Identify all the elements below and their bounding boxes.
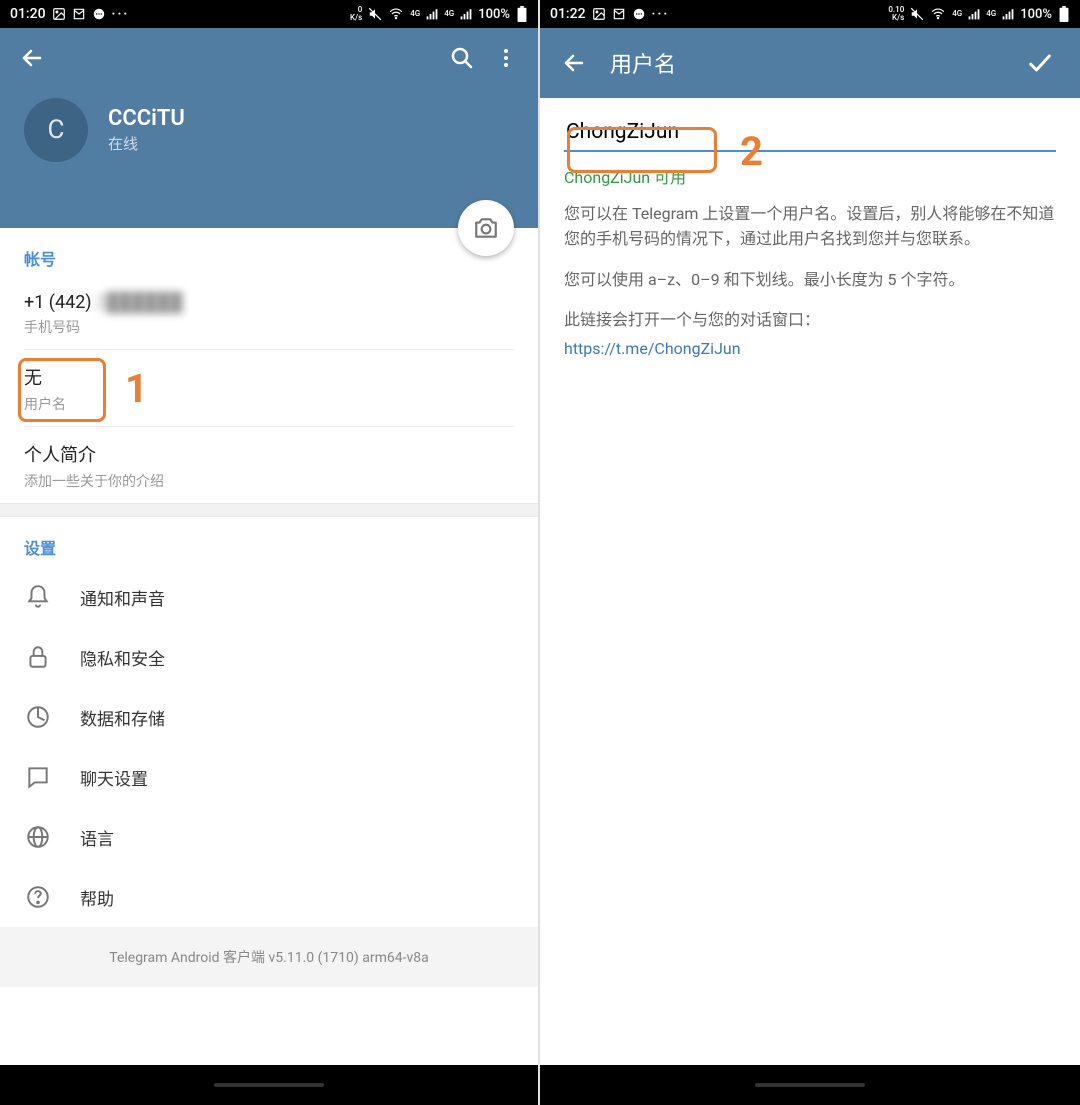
settings-screen: 01:20 ··· 0 K/s 4G 4G 100% — [0, 0, 540, 1105]
status-bar: 01:22 ··· 0.10 K/s 4G 4G 100% — [540, 0, 1080, 28]
help-icon — [24, 883, 52, 911]
profile-link[interactable]: https://t.me/ChongZiJun — [564, 339, 741, 358]
help-text-2: 您可以使用 a–z、0–9 和下划线。最小长度为 5 个字符。 — [564, 268, 1056, 293]
image-icon — [592, 7, 606, 21]
network-type-1: 4G — [410, 10, 420, 18]
more-menu-button[interactable] — [484, 36, 528, 80]
page-title: 用户名 — [610, 47, 676, 79]
settings-chat-label: 聊天设置 — [80, 765, 148, 790]
username-edit-screen: 01:22 ··· 0.10 K/s 4G 4G 100% 用户名 — [540, 0, 1080, 1105]
signal-icon-1 — [426, 8, 438, 20]
input-underline — [564, 150, 1056, 152]
status-time: 01:20 — [10, 7, 46, 21]
settings-notifications-label: 通知和声音 — [80, 585, 165, 610]
phone-value: +1 (442) 2██████ — [24, 292, 514, 313]
version-footer: Telegram Android 客户端 v5.11.0 (1710) arm6… — [0, 927, 538, 987]
settings-language-label: 语言 — [80, 825, 114, 850]
settings-chat[interactable]: 聊天设置 — [0, 747, 538, 807]
back-button[interactable] — [556, 45, 592, 81]
settings-data-label: 数据和存储 — [80, 705, 165, 730]
profile-name: CCCiTU — [108, 106, 185, 131]
more-notifications-icon: ··· — [112, 7, 130, 22]
set-photo-button[interactable] — [458, 200, 514, 256]
battery-percent: 100% — [478, 8, 510, 21]
username-label: 用户名 — [24, 394, 514, 414]
username-header: 用户名 — [540, 28, 1080, 98]
chat-bubble-icon — [92, 7, 106, 21]
settings-data[interactable]: 数据和存储 — [0, 687, 538, 747]
signal-icon-2 — [1002, 8, 1014, 20]
phone-label: 手机号码 — [24, 317, 514, 337]
phone-row[interactable]: +1 (442) 2██████ 手机号码 — [0, 278, 538, 349]
battery-icon — [1058, 6, 1070, 22]
search-button[interactable] — [440, 36, 484, 80]
confirm-button[interactable] — [1016, 39, 1064, 87]
section-account-header: 帐号 — [0, 228, 538, 278]
globe-icon — [24, 823, 52, 851]
data-icon — [24, 703, 52, 731]
network-speed: 0 K/s — [350, 6, 362, 22]
avatar-letter: C — [48, 115, 65, 145]
lock-icon — [24, 643, 52, 671]
more-notifications-icon: ··· — [652, 7, 670, 22]
username-value: 无 — [24, 364, 514, 390]
signal-icon-1 — [968, 8, 980, 20]
mail-icon — [72, 7, 86, 21]
availability-text: ChongZiJun 可用 — [564, 164, 1056, 188]
mail-icon — [612, 7, 626, 21]
avatar[interactable]: C — [24, 98, 88, 162]
settings-notifications[interactable]: 通知和声音 — [0, 567, 538, 627]
signal-icon-2 — [460, 8, 472, 20]
settings-help-label: 帮助 — [80, 885, 114, 910]
network-type-2: 4G — [444, 10, 454, 18]
section-settings-header: 设置 — [0, 517, 538, 567]
back-button[interactable] — [10, 36, 54, 80]
bio-value: 个人简介 — [24, 441, 514, 467]
settings-language[interactable]: 语言 — [0, 807, 538, 867]
mute-icon — [368, 7, 382, 21]
settings-privacy[interactable]: 隐私和安全 — [0, 627, 538, 687]
profile-status: 在线 — [108, 133, 185, 154]
settings-privacy-label: 隐私和安全 — [80, 645, 165, 670]
settings-help[interactable]: 帮助 — [0, 867, 538, 927]
wifi-icon — [930, 7, 946, 21]
battery-icon — [516, 6, 528, 22]
status-bar: 01:20 ··· 0 K/s 4G 4G 100% — [0, 0, 538, 28]
battery-percent: 100% — [1020, 8, 1052, 21]
help-text-3: 此链接会打开一个与您的对话窗口： — [564, 308, 1056, 333]
profile-header: C CCCiTU 在线 — [0, 28, 538, 228]
chat-bubble-icon — [632, 7, 646, 21]
username-input[interactable]: ChongZiJun — [564, 114, 681, 150]
bell-icon — [24, 583, 52, 611]
chat-icon — [24, 763, 52, 791]
mute-icon — [910, 7, 924, 21]
bio-label: 添加一些关于你的介绍 — [24, 471, 514, 491]
status-time: 01:22 — [550, 7, 586, 21]
help-text-1: 您可以在 Telegram 上设置一个用户名。设置后，别人将能够在不知道您的手机… — [564, 202, 1056, 252]
username-row[interactable]: 无 用户名 — [0, 350, 538, 426]
section-gap — [0, 503, 538, 517]
username-card: ChongZiJun ChongZiJun 可用 您可以在 Telegram 上… — [540, 98, 1080, 386]
wifi-icon — [388, 7, 404, 21]
network-speed: 0.10 K/s — [888, 6, 904, 22]
network-type-2: 4G — [986, 10, 996, 18]
android-navbar — [540, 1065, 1080, 1105]
bio-row[interactable]: 个人简介 添加一些关于你的介绍 — [0, 427, 538, 503]
android-navbar — [0, 1065, 538, 1105]
content-scroll[interactable]: 帐号 +1 (442) 2██████ 手机号码 无 用户名 个人简介 添加一些… — [0, 228, 538, 1065]
image-icon — [52, 7, 66, 21]
network-type-1: 4G — [952, 10, 962, 18]
